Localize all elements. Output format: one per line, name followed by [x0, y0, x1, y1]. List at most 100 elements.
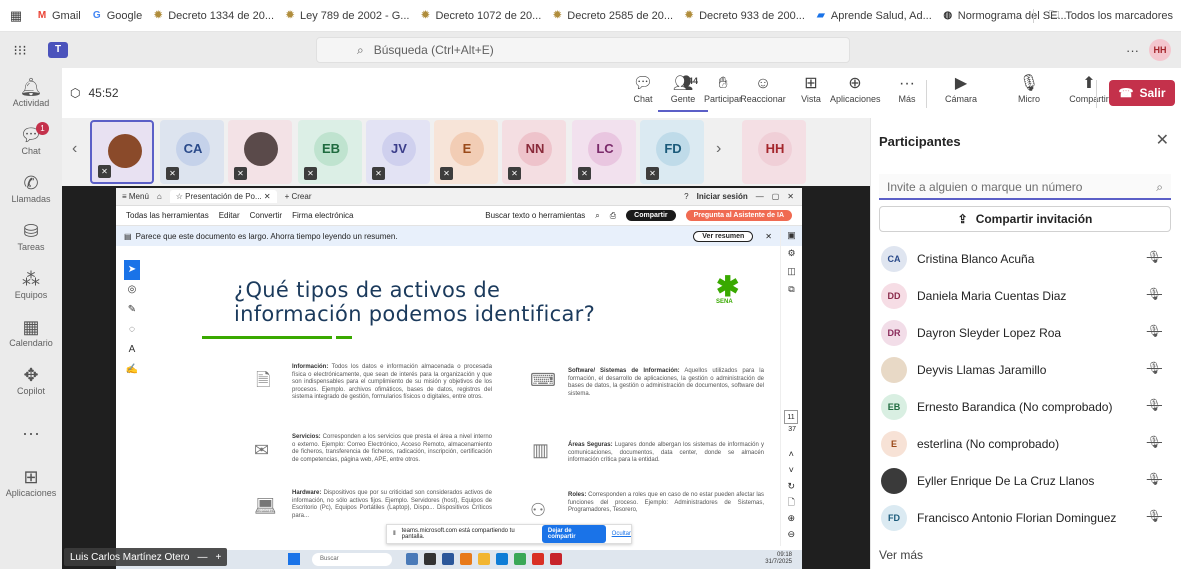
mic-muted-icon[interactable]: 🎙︎ — [1147, 361, 1162, 375]
bookmark-item[interactable]: ✹ Decreto 933 de 200... — [683, 10, 805, 22]
share-invite-button[interactable]: ⇪ Compartir invitación — [879, 206, 1171, 232]
home-icon[interactable]: ⌂ — [157, 192, 162, 201]
pdf-tab[interactable]: ☆ Presentación de Po... ✕ — [169, 190, 277, 203]
app-icon[interactable] — [406, 553, 418, 565]
mic-muted-icon[interactable]: 🎙︎ — [1147, 509, 1162, 523]
chevron-right-icon[interactable]: › — [716, 140, 721, 158]
participant-row[interactable]: FD Francisco Antonio Florian Dominguez 🎙︎ — [871, 499, 1181, 536]
rail-item-llamadas[interactable]: ✆ Llamadas — [0, 172, 62, 212]
participant-tile[interactable]: JV ✕ — [366, 120, 430, 184]
gear-icon[interactable]: ⚙ — [781, 244, 802, 262]
sign-in-button[interactable]: Iniciar sesión — [697, 192, 748, 201]
chevron-up-icon[interactable]: ˄ — [787, 446, 795, 462]
edge-icon[interactable] — [496, 553, 508, 565]
user-avatar[interactable]: HH — [1149, 39, 1171, 61]
stamp-icon[interactable]: ✍ — [124, 360, 140, 380]
rail-item-equipos[interactable]: ⁂ Equipos — [0, 268, 62, 308]
mic-muted-icon[interactable]: 🎙︎ — [1147, 398, 1162, 412]
participant-row[interactable]: Eyller Enrique De La Cruz Llanos 🎙︎ — [871, 462, 1181, 499]
mic-muted-icon[interactable]: 🎙︎ — [1147, 287, 1162, 301]
convert-menu[interactable]: Convertir — [250, 211, 282, 220]
see-more-link[interactable]: Ver más — [879, 548, 923, 562]
participant-tile[interactable]: EB ✕ — [298, 120, 362, 184]
close-icon[interactable]: ✕ — [787, 192, 794, 201]
help-icon[interactable]: ? — [684, 192, 688, 201]
bookmark-item[interactable]: M Gmail — [36, 10, 81, 22]
chevron-down-icon[interactable]: ˅ — [787, 462, 795, 478]
pages-icon[interactable]: ⧉ — [781, 280, 802, 298]
chrome-icon[interactable] — [514, 553, 526, 565]
comment-icon[interactable]: ◎ — [124, 280, 140, 300]
toolbar-mic-off-button[interactable]: 🎙︎ Micro — [1004, 74, 1054, 104]
participant-tile[interactable]: NN ✕ — [502, 120, 566, 184]
mic-muted-icon[interactable]: 🎙︎ — [1147, 435, 1162, 449]
bookmark-item[interactable]: ✹ Decreto 2585 de 20... — [551, 10, 673, 22]
refresh-icon[interactable]: ↻ — [787, 478, 795, 494]
search-icon[interactable]: ⌕ — [595, 211, 599, 221]
toolbar-apps-button[interactable]: ⊕ Aplicaciones — [830, 74, 881, 104]
participant-row[interactable]: DD Daniela Maria Cuentas Diaz 🎙︎ — [871, 277, 1181, 314]
bookmark-item[interactable]: ✹ Decreto 1334 de 20... — [152, 10, 274, 22]
text-icon[interactable]: A — [124, 340, 140, 360]
page-number-input[interactable]: 11 — [784, 410, 798, 424]
more-options-icon[interactable]: ··· — [1126, 43, 1139, 58]
esign-menu[interactable]: Firma electrónica — [292, 211, 353, 220]
app-icon[interactable] — [532, 553, 544, 565]
zoom-out-icon[interactable]: ⊖ — [787, 526, 795, 542]
rail-item-aplicaciones[interactable]: ⊞ Aplicaciones — [0, 466, 62, 506]
lasso-icon[interactable]: ◌ — [124, 320, 140, 340]
participant-tile[interactable]: LC ✕ — [572, 120, 636, 184]
mic-muted-icon[interactable]: 🎙︎ — [1147, 250, 1162, 264]
participant-tile[interactable]: ✕ — [228, 120, 292, 184]
search-tools-input[interactable]: Buscar texto o herramientas — [485, 211, 585, 220]
participant-tile[interactable]: FD ✕ — [640, 120, 704, 184]
panel-icon[interactable]: ▣ — [781, 226, 802, 244]
ai-assistant-button[interactable]: Pregunta al Asistente de IA — [685, 210, 792, 221]
participant-row[interactable]: Deyvis Llamas Jaramillo 🎙︎ — [871, 351, 1181, 388]
maximize-icon[interactable]: ▢ — [772, 192, 780, 201]
pen-icon[interactable]: ✎ — [124, 300, 140, 320]
folder-icon[interactable] — [478, 553, 490, 565]
participant-tile[interactable]: E ✕ — [434, 120, 498, 184]
comment-icon[interactable]: ◫ — [781, 262, 802, 280]
toolbar-more-button[interactable]: ··· Más — [882, 74, 932, 104]
menu-button[interactable]: ≡ Menú — [122, 192, 149, 201]
app-launcher-icon[interactable]: ⁝⁝⁝ — [0, 42, 40, 59]
bookmark-item[interactable]: G Google — [91, 10, 142, 22]
edit-menu[interactable]: Editar — [219, 211, 240, 220]
pdf-share-button[interactable]: Compartir — [626, 210, 676, 221]
participant-tile[interactable]: CA ✕ — [160, 120, 224, 184]
toolbar-smile-button[interactable]: ☺ Reaccionar — [738, 74, 788, 104]
toolbar-view-button[interactable]: ⊞ Vista — [786, 74, 836, 104]
rail-item-tareas[interactable]: ⛁ Tareas — [0, 220, 62, 260]
bookmark-item[interactable]: ✹ Decreto 1072 de 20... — [419, 10, 541, 22]
toolbar-camera-off-button[interactable]: ▶ Cámara — [936, 74, 986, 104]
plus-icon[interactable]: + — [216, 552, 222, 563]
page-icon[interactable]: 🗋 — [787, 494, 795, 510]
participant-tile[interactable]: HH — [742, 120, 806, 184]
invite-input[interactable]: Invite a alguien o marque un número ⌕ — [879, 174, 1171, 200]
zoom-in-icon[interactable]: ⊕ — [787, 510, 795, 526]
participant-tile[interactable]: ✕ — [90, 120, 154, 184]
rail-item-actividad[interactable]: 🔔︎ Actividad — [0, 76, 62, 116]
participant-row[interactable]: CA Cristina Blanco Acuña 🎙︎ — [871, 240, 1181, 277]
minimize-icon[interactable]: — — [756, 192, 764, 201]
app-icon[interactable] — [442, 553, 454, 565]
pdf-app-icon[interactable] — [550, 553, 562, 565]
search-input[interactable]: ⌕ Búsqueda (Ctrl+Alt+E) — [316, 37, 850, 63]
stop-sharing-button[interactable]: Dejar de compartir — [541, 525, 606, 543]
all-tools-menu[interactable]: Todas las herramientas — [126, 211, 209, 220]
hide-link[interactable]: Ocultar — [612, 531, 631, 537]
participant-row[interactable]: DR Dayron Sleyder Lopez Roa 🎙︎ — [871, 314, 1181, 351]
participant-row[interactable]: Eesterlina (No comprobado) 🎙︎ — [871, 425, 1181, 462]
apps-grid-icon[interactable]: ▦ — [6, 8, 26, 24]
minimize-icon[interactable]: — — [198, 552, 208, 563]
cursor-icon[interactable]: ➤ — [124, 260, 140, 280]
new-tab-button[interactable]: + Crear — [285, 192, 312, 201]
mic-muted-icon[interactable]: 🎙︎ — [1147, 324, 1162, 338]
bookmark-item[interactable]: ▰ Aprende Salud, Ad... — [815, 10, 932, 22]
taskbar-search[interactable]: Buscar — [312, 553, 392, 566]
windows-start-icon[interactable] — [288, 553, 300, 565]
summary-button[interactable]: Ver resumen — [693, 230, 754, 242]
rail-item-calendario[interactable]: ▦ Calendario — [0, 316, 62, 356]
